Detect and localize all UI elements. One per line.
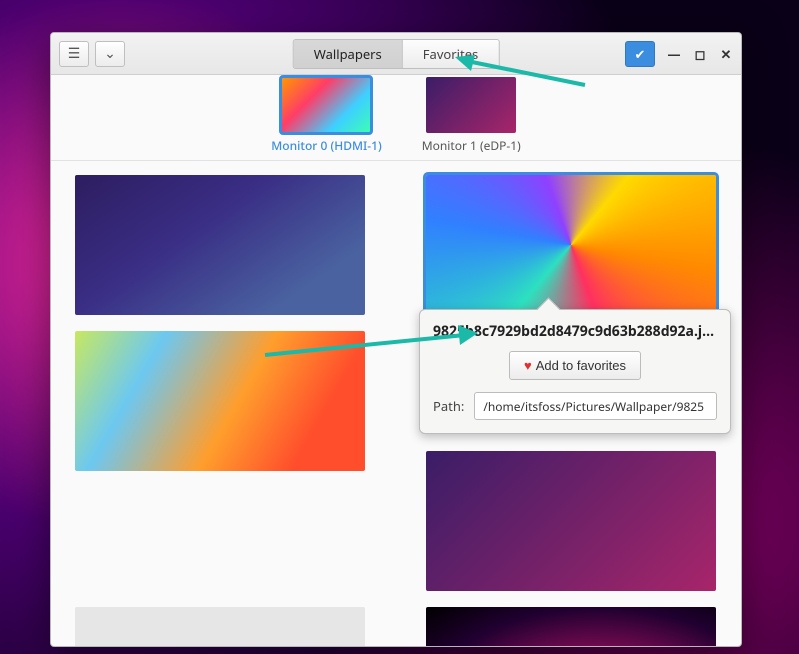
apply-button[interactable]: ✔ xyxy=(625,41,655,67)
monitor-0-preview xyxy=(281,77,371,133)
favorite-button-label: Add to favorites xyxy=(536,358,626,373)
monitor-1-label: Monitor 1 (eDP-1) xyxy=(422,137,521,154)
wallpaper-thumbnail[interactable] xyxy=(75,607,365,646)
add-to-favorites-button[interactable]: ♥ Add to favorites xyxy=(509,351,641,380)
monitor-0[interactable]: Monitor 0 (HDMI-1) xyxy=(271,77,381,160)
check-icon: ✔ xyxy=(635,45,646,63)
chevron-down-icon: ⌄ xyxy=(104,44,116,63)
monitor-1-preview xyxy=(426,77,516,133)
monitor-selector: Monitor 0 (HDMI-1) Monitor 1 (eDP-1) xyxy=(51,75,741,161)
desktop-background: ☰ ⌄ Wallpapers Favorites ✔ — ◻ ✕ Monit xyxy=(0,0,799,654)
monitor-1[interactable]: Monitor 1 (eDP-1) xyxy=(422,77,521,160)
wallpaper-details-popover: 9825b8c7929bd2d8479c9d63b288d92a.jpg ♥ Ad… xyxy=(419,309,731,434)
path-label: Path: xyxy=(433,397,464,415)
heart-icon: ♥ xyxy=(524,358,532,373)
tab-wallpapers[interactable]: Wallpapers xyxy=(294,40,402,68)
window-controls: ✔ — ◻ ✕ xyxy=(625,41,733,67)
wallpaper-grid: 9825b8c7929bd2d8479c9d63b288d92a.jpg ♥ Ad… xyxy=(51,161,741,646)
wallpaper-thumbnail[interactable] xyxy=(75,331,365,471)
titlebar: ☰ ⌄ Wallpapers Favorites ✔ — ◻ ✕ xyxy=(51,33,741,75)
wallpaper-thumbnail-selected[interactable] xyxy=(426,175,716,315)
wallpaper-thumbnail[interactable] xyxy=(426,451,716,591)
path-row: Path: xyxy=(433,392,717,420)
wallpaper-filename: 9825b8c7929bd2d8479c9d63b288d92a.jpg xyxy=(433,322,717,341)
path-input[interactable] xyxy=(474,392,717,420)
wallpaper-thumbnail[interactable] xyxy=(75,175,365,315)
maximize-button[interactable]: ◻ xyxy=(693,47,707,61)
wallpaper-thumbnail[interactable] xyxy=(426,607,716,646)
collapse-button[interactable]: ⌄ xyxy=(95,41,125,67)
tab-favorites[interactable]: Favorites xyxy=(402,40,498,68)
hamburger-icon: ☰ xyxy=(68,44,81,63)
minimize-button[interactable]: — xyxy=(667,47,681,61)
tab-bar: Wallpapers Favorites xyxy=(293,39,500,69)
menu-button[interactable]: ☰ xyxy=(59,41,89,67)
close-button[interactable]: ✕ xyxy=(719,47,733,61)
wallpaper-manager-window: ☰ ⌄ Wallpapers Favorites ✔ — ◻ ✕ Monit xyxy=(50,32,742,647)
monitor-0-label: Monitor 0 (HDMI-1) xyxy=(271,137,381,154)
